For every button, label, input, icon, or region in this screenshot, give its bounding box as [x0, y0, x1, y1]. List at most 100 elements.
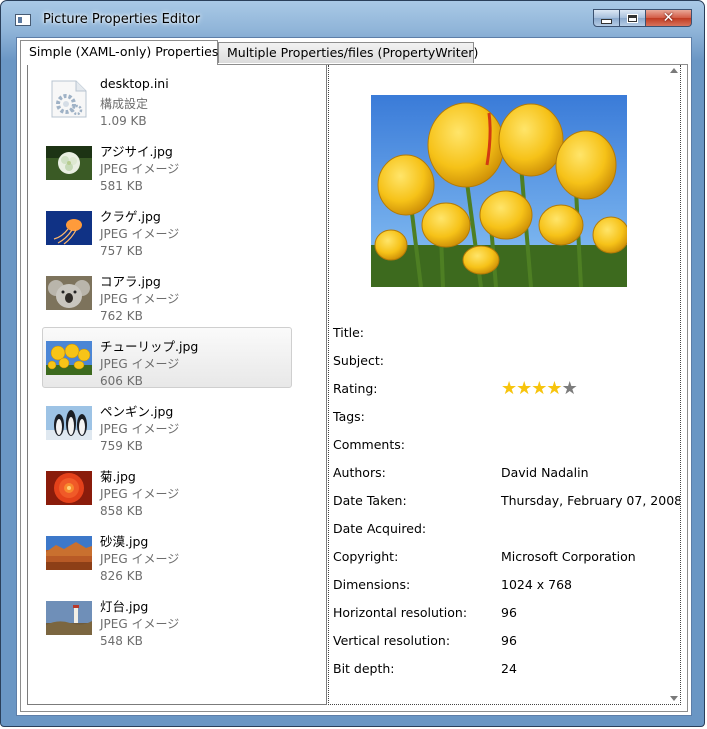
jellyfish-thumbnail [46, 211, 92, 245]
property-label: Date Taken: [333, 493, 407, 508]
file-size: 581 KB [100, 179, 143, 193]
star-filled-icon[interactable]: ★ [546, 378, 562, 399]
file-name: コアラ.jpg [100, 274, 161, 289]
file-list-item[interactable]: クラゲ.jpg JPEG イメージ 757 KB [42, 197, 292, 258]
property-row: Comments: [333, 437, 680, 457]
tab-multiple-properties[interactable]: Multiple Properties/files (PropertyWrite… [218, 42, 478, 63]
file-list-item[interactable]: desktop.ini 構成設定 1.09 KB [42, 67, 292, 128]
property-value[interactable]: Microsoft Corporation [501, 549, 636, 564]
tulips-preview-image [371, 95, 627, 287]
file-type: JPEG イメージ [100, 292, 180, 306]
file-list-item[interactable]: ペンギン.jpg JPEG イメージ 759 KB [42, 392, 292, 453]
caption-buttons: ✕ [593, 9, 692, 29]
details-pane: Title: Subject: Rating: ★★★★★ Tags: Comments:… [328, 65, 681, 705]
property-row: Authors: David Nadalin [333, 465, 680, 485]
property-label: Vertical resolution: [333, 633, 451, 648]
property-row: Copyright: Microsoft Corporation [333, 549, 680, 569]
details-scrollbar[interactable] [668, 65, 680, 704]
property-label: Rating: [333, 381, 378, 396]
close-button[interactable]: ✕ [646, 9, 692, 27]
rating-stars[interactable]: ★★★★★ [501, 378, 578, 399]
maximize-button[interactable] [620, 9, 646, 27]
property-value[interactable]: 24 [501, 661, 517, 676]
file-name: クラゲ.jpg [100, 209, 161, 224]
property-row: Title: [333, 325, 680, 345]
star-empty-icon[interactable]: ★ [562, 378, 578, 399]
close-icon: ✕ [662, 10, 675, 26]
file-type: JPEG イメージ [100, 617, 180, 631]
chrysanthemum-thumbnail [46, 471, 92, 505]
minimize-button[interactable] [593, 9, 620, 27]
file-list-item[interactable]: アジサイ.jpg JPEG イメージ 581 KB [42, 132, 292, 193]
property-value[interactable]: David Nadalin [501, 465, 589, 480]
config-file-icon [46, 79, 92, 119]
minimize-icon [601, 18, 612, 24]
file-list-item[interactable]: 灯台.jpg JPEG イメージ 548 KB [42, 587, 292, 648]
property-label: Tags: [333, 409, 365, 424]
file-name: アジサイ.jpg [100, 144, 173, 159]
property-row: Tags: [333, 409, 680, 429]
property-row: Horizontal resolution: 96 [333, 605, 680, 625]
app-icon[interactable] [15, 14, 31, 26]
file-type: 構成設定 [100, 97, 149, 111]
property-row: Dimensions: 1024 x 768 [333, 577, 680, 597]
property-row: Date Acquired: [333, 521, 680, 541]
title-bar[interactable]: Picture Properties Editor ✕ [1, 1, 704, 35]
property-row: Vertical resolution: 96 [333, 633, 680, 653]
file-list-item[interactable]: 菊.jpg JPEG イメージ 858 KB [42, 457, 292, 518]
scroll-up-icon[interactable] [670, 68, 678, 73]
file-list-item[interactable]: コアラ.jpg JPEG イメージ 762 KB [42, 262, 292, 323]
file-name: チューリップ.jpg [100, 339, 199, 354]
property-label: Title: [333, 325, 364, 340]
property-label: Dimensions: [333, 577, 411, 592]
star-filled-icon[interactable]: ★ [531, 378, 547, 399]
property-label: Horizontal resolution: [333, 605, 468, 620]
property-label: Bit depth: [333, 661, 395, 676]
file-list[interactable]: desktop.ini 構成設定 1.09 KB アジサイ.jpg JPEG イメージ 5… [27, 65, 327, 705]
tab-panel: desktop.ini 構成設定 1.09 KB アジサイ.jpg JPEG イメージ 5… [20, 64, 688, 712]
file-size: 757 KB [100, 244, 143, 258]
file-size: 606 KB [100, 374, 143, 388]
client-area: Simple (XAML-only) Properties Multiple P… [16, 37, 692, 716]
file-name: 菊.jpg [100, 469, 136, 484]
property-row: Bit depth: 24 [333, 661, 680, 681]
file-size: 1.09 KB [100, 114, 147, 128]
file-type: JPEG イメージ [100, 487, 180, 501]
file-type: JPEG イメージ [100, 162, 180, 176]
file-name: 砂漠.jpg [100, 534, 149, 549]
property-value[interactable]: 96 [501, 605, 517, 620]
property-value[interactable]: 1024 x 768 [501, 577, 572, 592]
koala-thumbnail [46, 276, 92, 310]
property-row: Subject: [333, 353, 680, 373]
maximize-icon [627, 13, 638, 23]
lighthouse-thumbnail [46, 601, 92, 635]
tab-simple-properties[interactable]: Simple (XAML-only) Properties [20, 40, 218, 65]
tulips-thumbnail [46, 341, 92, 375]
file-size: 759 KB [100, 439, 143, 453]
file-size: 762 KB [100, 309, 143, 323]
file-list-item[interactable]: 砂漠.jpg JPEG イメージ 826 KB [42, 522, 292, 583]
property-row: Date Taken: Thursday, February 07, 2008 [333, 493, 680, 513]
file-size: 548 KB [100, 634, 143, 648]
star-filled-icon[interactable]: ★ [501, 378, 517, 399]
desert-thumbnail [46, 536, 92, 570]
file-type: JPEG イメージ [100, 357, 180, 371]
app-window: Picture Properties Editor ✕ Simple (XAML… [0, 0, 705, 727]
property-value[interactable]: 96 [501, 633, 517, 648]
property-label: Date Acquired: [333, 521, 427, 536]
file-list-item[interactable]: チューリップ.jpg JPEG イメージ 606 KB [42, 327, 292, 388]
file-name: desktop.ini [100, 76, 169, 91]
property-value[interactable]: Thursday, February 07, 2008 [501, 493, 680, 508]
penguins-thumbnail [46, 406, 92, 440]
property-label: Subject: [333, 353, 384, 368]
star-filled-icon[interactable]: ★ [516, 378, 532, 399]
property-label: Authors: [333, 465, 386, 480]
file-type: JPEG イメージ [100, 552, 180, 566]
property-row: Rating: ★★★★★ [333, 378, 680, 401]
file-name: ペンギン.jpg [100, 404, 174, 419]
file-size: 858 KB [100, 504, 143, 518]
scroll-down-icon[interactable] [670, 696, 678, 701]
property-label: Copyright: [333, 549, 399, 564]
file-type: JPEG イメージ [100, 227, 180, 241]
window-title: Picture Properties Editor [43, 12, 201, 27]
